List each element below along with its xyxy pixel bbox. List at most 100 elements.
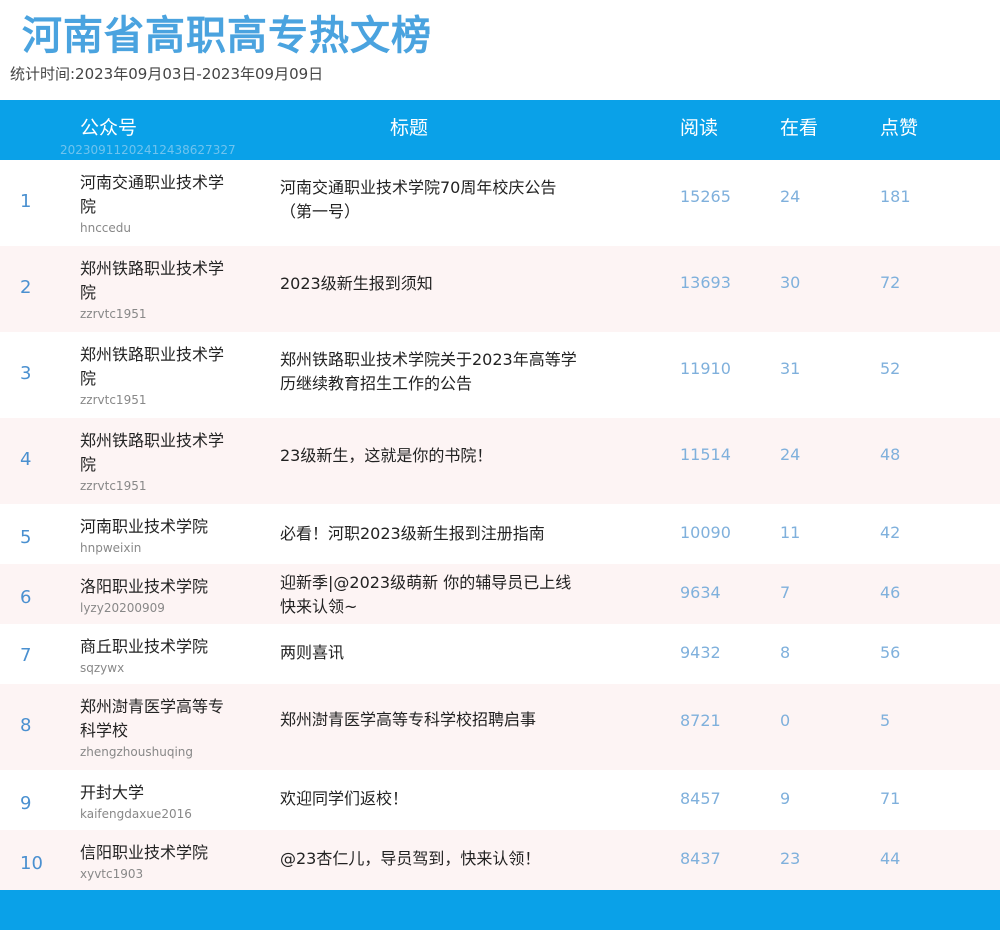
watching-count: 31 [780,359,801,378]
like-count: 46 [880,583,901,602]
table-row[interactable]: 7 商丘职业技术学院 sqzywx 两则喜讯 9432 8 56 [0,624,1000,684]
page-title: 河南省高职高专热文榜 [22,13,432,59]
like-count: 42 [880,523,901,542]
article-title[interactable]: @23杏仁儿，导员驾到，快来认领！ [280,847,580,871]
account-cell: 信阳职业技术学院 xyvtc1903 [80,841,230,882]
table-header: 公众号 标题 阅读 在看 点赞 20230911202412438627327 [0,100,1000,160]
account-name[interactable]: 开封大学 [80,781,230,805]
header-watching: 在看 [780,117,819,139]
watching-count: 30 [780,273,801,292]
account-name[interactable]: 郑州澍青医学高等专科学校 [80,695,230,743]
account-cell: 河南交通职业技术学院 hnccedu [80,171,230,236]
like-count: 72 [880,273,901,292]
watching-count: 24 [780,187,801,206]
like-count: 48 [880,445,901,464]
table-row[interactable]: 4 郑州铁路职业技术学院 zzrvtc1951 23级新生，这就是你的书院！ 11514… [0,418,1000,504]
account-cell: 河南职业技术学院 hnpweixin [80,515,230,556]
table-row[interactable]: 9 开封大学 kaifengdaxue2016 欢迎同学们返校！ 8457 9 71 [0,770,1000,830]
read-count: 13693 [680,273,731,292]
header-reads: 阅读 [680,117,719,139]
account-name[interactable]: 郑州铁路职业技术学院 [80,343,230,391]
account-cell: 郑州铁路职业技术学院 zzrvtc1951 [80,429,230,494]
account-cell: 商丘职业技术学院 sqzywx [80,635,230,676]
article-title[interactable]: 2023级新生报到须知 [280,272,580,296]
watching-count: 0 [780,711,791,730]
rank-number: 10 [20,853,43,874]
read-count: 11514 [680,445,731,464]
article-title[interactable]: 欢迎同学们返校！ [280,787,580,811]
account-cell: 郑州铁路职业技术学院 zzrvtc1951 [80,257,230,322]
article-title[interactable]: 必看！河职2023级新生报到注册指南 [280,522,580,546]
rank-number: 5 [20,527,32,548]
account-id: lyzy20200909 [80,601,165,615]
watching-count: 23 [780,849,801,868]
account-id: hnccedu [80,221,132,235]
account-cell: 郑州铁路职业技术学院 zzrvtc1951 [80,343,230,408]
account-id: zzrvtc1951 [80,307,147,321]
rank-number: 1 [20,191,32,212]
table-row[interactable]: 8 郑州澍青医学高等专科学校 zhengzhoushuqing 郑州澍青医学高等专科学… [0,684,1000,770]
read-count: 9634 [680,583,721,602]
account-id: kaifengdaxue2016 [80,807,192,821]
watching-count: 11 [780,523,801,542]
header-title: 标题 [390,117,429,139]
account-id: zhengzhoushuqing [80,745,193,759]
account-name[interactable]: 河南职业技术学院 [80,515,230,539]
article-title[interactable]: 23级新生，这就是你的书院！ [280,444,580,468]
read-count: 10090 [680,523,731,542]
read-count: 15265 [680,187,731,206]
account-cell: 郑州澍青医学高等专科学校 zhengzhoushuqing [80,695,230,760]
like-count: 181 [880,187,911,206]
read-count: 8457 [680,789,721,808]
article-title[interactable]: 郑州澍青医学高等专科学校招聘启事 [280,708,580,732]
watching-count: 9 [780,789,791,808]
read-count: 9432 [680,643,721,662]
table-row[interactable]: 10 信阳职业技术学院 xyvtc1903 @23杏仁儿，导员驾到，快来认领！ 8437… [0,830,1000,890]
like-count: 71 [880,789,901,808]
article-title[interactable]: 郑州铁路职业技术学院关于2023年高等学历继续教育招生工作的公告 [280,348,580,396]
account-name[interactable]: 信阳职业技术学院 [80,841,230,865]
rank-number: 4 [20,449,32,470]
article-title[interactable]: 迎新季|@2023级萌新 你的辅导员已上线快来认领~ [280,571,580,619]
account-name[interactable]: 洛阳职业技术学院 [80,575,230,599]
account-cell: 开封大学 kaifengdaxue2016 [80,781,230,822]
rank-number: 9 [20,793,32,814]
like-count: 44 [880,849,901,868]
footer-bar [0,890,1000,930]
account-id: zzrvtc1951 [80,479,147,493]
header-likes: 点赞 [880,117,919,139]
stats-period: 统计时间:2023年09月03日-2023年09月09日 [10,65,324,83]
account-cell: 洛阳职业技术学院 lyzy20200909 [80,575,230,616]
rank-number: 6 [20,587,32,608]
read-count: 11910 [680,359,731,378]
watermark-id: 20230911202412438627327 [60,143,236,157]
like-count: 56 [880,643,901,662]
account-name[interactable]: 河南交通职业技术学院 [80,171,230,219]
account-id: zzrvtc1951 [80,393,147,407]
rank-number: 2 [20,277,32,298]
account-id: hnpweixin [80,541,142,555]
article-title[interactable]: 两则喜讯 [280,641,580,665]
table-row[interactable]: 6 洛阳职业技术学院 lyzy20200909 迎新季|@2023级萌新 你的辅导员已… [0,564,1000,624]
table-row[interactable]: 5 河南职业技术学院 hnpweixin 必看！河职2023级新生报到注册指南 1009… [0,504,1000,564]
watching-count: 24 [780,445,801,464]
watching-count: 8 [780,643,791,662]
read-count: 8721 [680,711,721,730]
table-row[interactable]: 3 郑州铁路职业技术学院 zzrvtc1951 郑州铁路职业技术学院关于2023年高等… [0,332,1000,418]
like-count: 52 [880,359,901,378]
table-row[interactable]: 1 河南交通职业技术学院 hnccedu 河南交通职业技术学院70周年校庆公告（第一号… [0,160,1000,246]
account-name[interactable]: 郑州铁路职业技术学院 [80,257,230,305]
header-account: 公众号 [80,117,138,139]
ranking-table-body: 1 河南交通职业技术学院 hnccedu 河南交通职业技术学院70周年校庆公告（第一号… [0,160,1000,890]
account-id: xyvtc1903 [80,867,144,881]
like-count: 5 [880,711,891,730]
rank-number: 8 [20,715,32,736]
rank-number: 7 [20,645,32,666]
account-name[interactable]: 商丘职业技术学院 [80,635,230,659]
article-title[interactable]: 河南交通职业技术学院70周年校庆公告（第一号） [280,176,580,224]
read-count: 8437 [680,849,721,868]
account-id: sqzywx [80,661,125,675]
rank-number: 3 [20,363,32,384]
account-name[interactable]: 郑州铁路职业技术学院 [80,429,230,477]
table-row[interactable]: 2 郑州铁路职业技术学院 zzrvtc1951 2023级新生报到须知 13693 30 7… [0,246,1000,332]
